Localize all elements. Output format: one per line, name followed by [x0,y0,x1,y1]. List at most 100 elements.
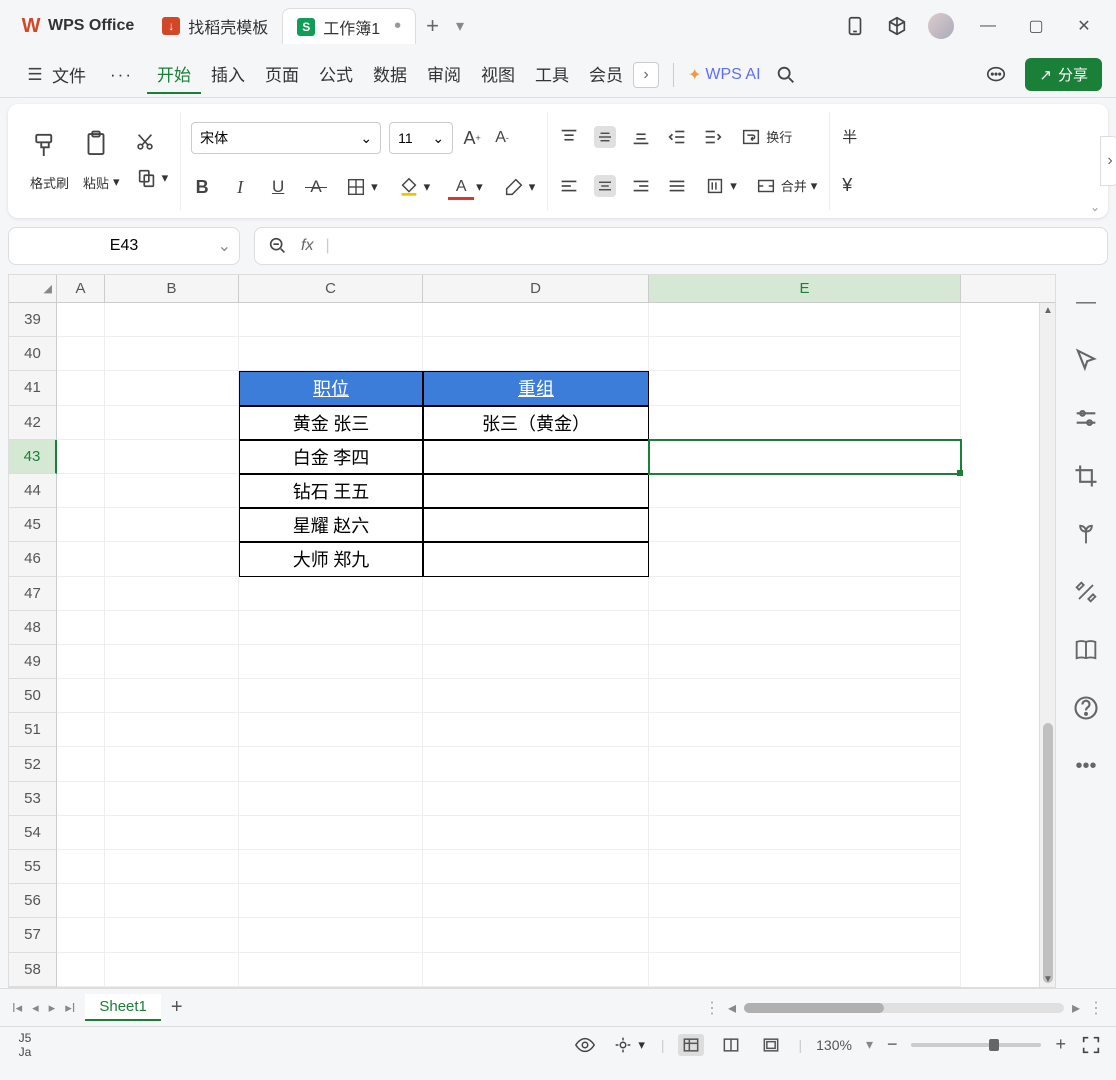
zoom-slider[interactable] [911,1043,1041,1047]
menu-tab-数据[interactable]: 数据 [363,55,417,94]
chat-icon[interactable] [985,64,1007,86]
cell-A51[interactable] [57,713,105,747]
cell-A58[interactable] [57,953,105,987]
cell-C39[interactable] [239,303,423,337]
cell-C56[interactable] [239,884,423,918]
menu-tab-开始[interactable]: 开始 [147,55,201,94]
mobile-icon[interactable] [844,15,866,37]
menu-tab-工具[interactable]: 工具 [525,55,579,94]
cell-D57[interactable] [423,918,649,952]
currency-button[interactable]: ¥ [840,173,859,198]
cell-E48[interactable] [649,611,961,645]
search-icon[interactable] [775,64,797,86]
cell-A52[interactable] [57,747,105,781]
menu-more[interactable]: ··· [100,59,143,91]
cell-A41[interactable] [57,371,105,405]
zoom-knob[interactable] [989,1039,999,1051]
cell-B39[interactable] [105,303,239,337]
row-header-45[interactable]: 45 [9,508,57,542]
eye-icon[interactable] [574,1034,596,1056]
cell-C54[interactable] [239,816,423,850]
next-sheet-icon[interactable]: ▸ [49,1000,56,1016]
cell-B52[interactable] [105,747,239,781]
cell-D45[interactable] [423,508,649,542]
cell-B54[interactable] [105,816,239,850]
horizontal-scrollbar[interactable] [744,1003,1064,1013]
align-top-icon[interactable] [558,126,580,148]
cell-C44[interactable]: 钻石 王五 [239,474,423,508]
cell-A43[interactable] [57,440,105,474]
first-sheet-icon[interactable]: I◂ [12,1000,22,1016]
settings-slider-icon[interactable] [1072,404,1100,432]
row-header-50[interactable]: 50 [9,679,57,713]
font-size-select[interactable]: 11 ⌄ [389,122,453,154]
name-box[interactable]: E43 ⌄ [8,227,240,265]
cell-B57[interactable] [105,918,239,952]
row-header-58[interactable]: 58 [9,953,57,987]
cell-E44[interactable] [649,474,961,508]
cell-D42[interactable]: 张三（黄金） [423,406,649,440]
zoom-in-button[interactable]: + [1055,1034,1066,1055]
cell-D39[interactable] [423,303,649,337]
cell-A56[interactable] [57,884,105,918]
menu-tab-页面[interactable]: 页面 [255,55,309,94]
cell-C49[interactable] [239,645,423,679]
increase-indent-icon[interactable] [702,126,724,148]
page-layout-view-icon[interactable] [718,1034,744,1056]
increase-font-icon[interactable]: A+ [461,127,483,149]
cell-C47[interactable] [239,577,423,611]
bold-icon[interactable]: B [191,176,213,198]
cell-C46[interactable]: 大师 郑九 [239,542,423,576]
cell-E55[interactable] [649,850,961,884]
align-center-icon[interactable] [594,175,616,197]
border-dropdown[interactable]: ▾ [343,174,380,200]
cell-D54[interactable] [423,816,649,850]
cell-B40[interactable] [105,337,239,371]
scroll-end-icon[interactable]: ⋮ [1088,998,1104,1018]
cell-C53[interactable] [239,782,423,816]
cell-E51[interactable] [649,713,961,747]
cell-A49[interactable] [57,645,105,679]
format-painter-icon[interactable] [30,131,60,161]
ribbon-expand-corner[interactable]: ⌄ [1090,200,1100,214]
cell-E53[interactable] [649,782,961,816]
cell-B56[interactable] [105,884,239,918]
add-sheet-button[interactable]: + [171,996,183,1019]
cell-C52[interactable] [239,747,423,781]
cell-A44[interactable] [57,474,105,508]
row-header-48[interactable]: 48 [9,611,57,645]
row-header-43[interactable]: 43 [9,440,57,474]
cell-E41[interactable] [649,371,961,405]
focus-mode-dropdown[interactable]: ▾ [610,1032,647,1058]
decrease-font-icon[interactable]: A- [491,127,513,149]
italic-icon[interactable]: I [229,176,251,198]
cell-D43[interactable] [423,440,649,474]
ribbon-overflow-button[interactable]: › [1100,136,1116,186]
more-icon[interactable]: ••• [1072,752,1100,780]
cell-D52[interactable] [423,747,649,781]
cell-E52[interactable] [649,747,961,781]
close-button[interactable]: ✕ [1070,16,1098,36]
page-break-view-icon[interactable] [758,1034,784,1056]
cell-D56[interactable] [423,884,649,918]
cell-A50[interactable] [57,679,105,713]
cell-B43[interactable] [105,440,239,474]
cell-B41[interactable] [105,371,239,405]
cell-E42[interactable] [649,406,961,440]
cell-E40[interactable] [649,337,961,371]
spreadsheet-grid[interactable]: ◢ABCDE 394041职位重组42黄金 张三张三（黄金）43白金 李四44钻… [8,274,1056,988]
last-sheet-icon[interactable]: ▸I [65,1000,75,1016]
cell-B53[interactable] [105,782,239,816]
row-header-49[interactable]: 49 [9,645,57,679]
vertical-scrollbar[interactable]: ▲ ▼ [1039,303,1055,987]
minimize-button[interactable]: — [974,17,1002,35]
cell-C41[interactable]: 职位 [239,371,423,405]
row-header-57[interactable]: 57 [9,918,57,952]
cell-D47[interactable] [423,577,649,611]
menu-tab-视图[interactable]: 视图 [471,55,525,94]
cell-A55[interactable] [57,850,105,884]
row-header-54[interactable]: 54 [9,816,57,850]
cell-C58[interactable] [239,953,423,987]
cell-D48[interactable] [423,611,649,645]
number-format-label[interactable]: 半 [840,124,859,149]
